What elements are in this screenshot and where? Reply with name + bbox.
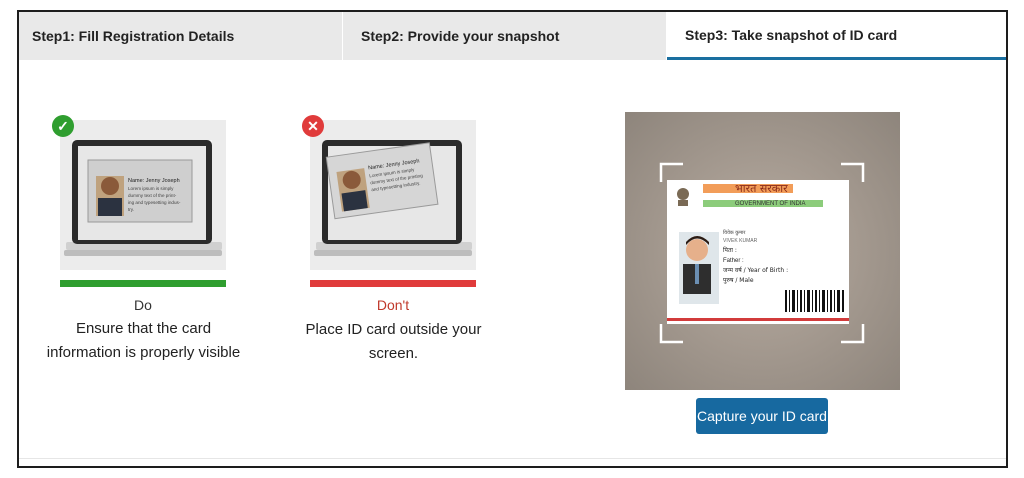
do-card-name: Name: Jenny Joseph: [128, 178, 180, 184]
id-card-name-english: VIVEK KUMAR: [723, 238, 758, 244]
do-caption: Do: [134, 297, 152, 313]
id-card-english-header: GOVERNMENT OF INDIA: [735, 201, 806, 207]
laptop-dont-illustration: Name: Jenny Joseph Lorem ipsum is simply…: [310, 120, 476, 270]
tab-step3[interactable]: Step3: Take snapshot of ID card: [667, 12, 1006, 60]
id-card-gender: पुरुष / Male: [723, 277, 754, 284]
registration-wizard: Step1: Fill Registration Details Step2: …: [17, 10, 1008, 468]
do-description: Ensure that the card information is prop…: [46, 320, 241, 361]
id-card-father-english: Father :: [723, 258, 744, 264]
dont-caption: Don't: [376, 297, 410, 313]
id-card-name-hindi: विवेक कुमार: [723, 229, 746, 236]
id-card-father-hindi: पिता :: [723, 246, 737, 254]
step-tabs: Step1: Fill Registration Details Step2: …: [19, 12, 1006, 60]
id-card-hindi-header: भारत सरकार: [735, 182, 788, 195]
tab-step1[interactable]: Step1: Fill Registration Details: [19, 12, 343, 60]
capture-id-card-button[interactable]: Capture your ID card: [696, 398, 828, 434]
svg-text:try.: try.: [128, 207, 134, 212]
check-icon: ✓: [52, 115, 74, 137]
dont-description: Place ID card outside your screen.: [305, 321, 482, 362]
tab-step2[interactable]: Step2: Provide your snapshot: [343, 12, 667, 60]
svg-text:dummy text of the print-: dummy text of the print-: [128, 193, 177, 198]
laptop-do-illustration: Name: Jenny Joseph Lorem ipsum is simply…: [60, 120, 226, 270]
cross-icon: ✕: [302, 115, 324, 137]
id-card-dob: जन्म वर्ष / Year of Birth :: [723, 266, 788, 274]
svg-text:ing and typesetting indus-: ing and typesetting indus-: [128, 200, 181, 205]
divider: [19, 458, 1006, 459]
dont-indicator-bar: [310, 280, 476, 287]
id-card: भारत सरकार GOVERNMENT OF INDIA विवेक कुम…: [667, 180, 849, 324]
camera-preview: भारत सरकार GOVERNMENT OF INDIA विवेक कुम…: [625, 112, 900, 390]
do-indicator-bar: [60, 280, 226, 287]
svg-text:Lorem ipsum is simply: Lorem ipsum is simply: [128, 186, 174, 191]
